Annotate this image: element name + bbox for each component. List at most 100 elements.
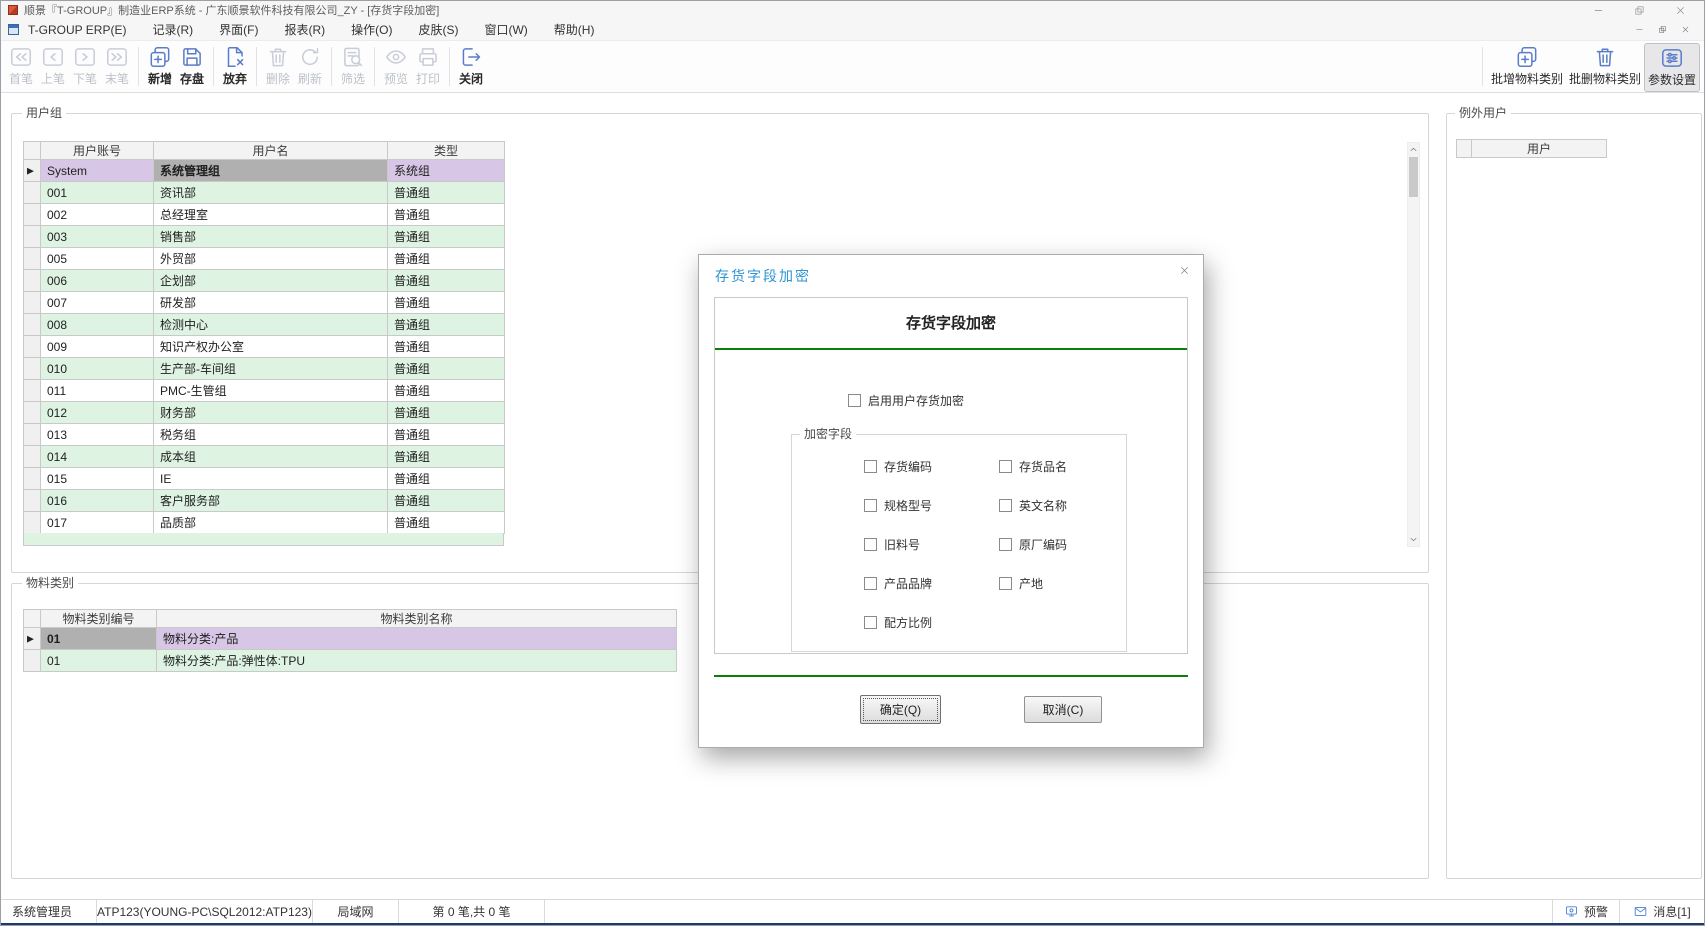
encrypt-field-checkbox[interactable]: 旧料号 xyxy=(864,525,932,564)
toolbar-button[interactable]: 批删物料类别 xyxy=(1566,43,1644,92)
menu-item[interactable]: 报表(R) xyxy=(284,21,325,38)
cell-type: 普通组 xyxy=(388,314,505,336)
checkbox-label: 旧料号 xyxy=(884,536,920,553)
alerts-button[interactable]: 预警 xyxy=(1553,900,1619,923)
scrollbar-thumb[interactable] xyxy=(1409,157,1418,197)
toolbar-button[interactable]: 关闭 xyxy=(455,43,487,92)
encrypt-field-checkbox[interactable]: 规格型号 xyxy=(864,486,932,525)
cell-account: 015 xyxy=(41,468,154,490)
restore-icon[interactable] xyxy=(1634,5,1645,16)
checkbox-icon[interactable] xyxy=(864,577,877,590)
ok-button[interactable]: 确定(Q) xyxy=(860,695,941,724)
user-group-row[interactable]: 017 品质部 普通组 xyxy=(24,512,505,534)
mdi-restore-icon[interactable] xyxy=(1658,25,1667,34)
close-icon[interactable] xyxy=(1675,5,1686,16)
toolbar-separator xyxy=(256,47,257,86)
user-group-row[interactable]: 016 客户服务部 普通组 xyxy=(24,490,505,512)
column-header-material-name[interactable]: 物料类别名称 xyxy=(157,610,677,628)
toolbar-button[interactable]: 删除 xyxy=(262,43,294,92)
mdi-close-icon[interactable] xyxy=(1681,25,1690,34)
dialog-close-icon[interactable] xyxy=(1179,265,1190,276)
toolbar-button[interactable]: 新增 xyxy=(144,43,176,92)
material-category-row[interactable]: 01 物料分类:产品 xyxy=(24,628,677,650)
user-group-row[interactable]: 002 总经理室 普通组 xyxy=(24,204,505,226)
menu-item[interactable]: 操作(O) xyxy=(351,21,392,38)
preview-icon xyxy=(383,44,409,70)
minimize-icon[interactable] xyxy=(1593,5,1604,16)
menu-item[interactable]: 界面(F) xyxy=(219,21,258,38)
column-header-material-code[interactable]: 物料类别编号 xyxy=(41,610,157,628)
user-group-row[interactable]: 003 销售部 普通组 xyxy=(24,226,505,248)
encrypt-field-checkbox[interactable]: 存货编码 xyxy=(864,447,932,486)
user-group-row[interactable]: 012 财务部 普通组 xyxy=(24,402,505,424)
user-group-row[interactable]: 007 研发部 普通组 xyxy=(24,292,505,314)
encrypt-field-checkbox[interactable]: 存货品名 xyxy=(999,447,1067,486)
checkbox-icon[interactable] xyxy=(999,460,1012,473)
row-indicator xyxy=(24,226,41,248)
toolbar-button[interactable]: 预览 xyxy=(380,43,412,92)
toolbar-button[interactable]: 批增物料类别 xyxy=(1488,43,1566,92)
menu-item[interactable]: 窗口(W) xyxy=(484,21,527,38)
column-header-account[interactable]: 用户账号 xyxy=(41,142,154,160)
enable-user-encrypt-checkbox[interactable]: 启用用户存货加密 xyxy=(848,392,964,409)
encrypt-field-checkbox[interactable]: 原厂编码 xyxy=(999,525,1067,564)
toolbar-button[interactable]: 刷新 xyxy=(294,43,326,92)
cell-account: 017 xyxy=(41,512,154,534)
encrypt-field-checkbox[interactable]: 产品品牌 xyxy=(864,564,932,603)
toolbar-button[interactable]: 下笔 xyxy=(69,43,101,92)
cell-type: 普通组 xyxy=(388,512,505,534)
checkbox-icon[interactable] xyxy=(864,499,877,512)
user-group-row[interactable]: 014 成本组 普通组 xyxy=(24,446,505,468)
user-group-row[interactable]: System 系统管理组 系统组 xyxy=(24,160,505,182)
encrypt-field-checkbox[interactable]: 产地 xyxy=(999,564,1067,603)
cell-type: 普通组 xyxy=(388,380,505,402)
toolbar-button[interactable]: 放弃 xyxy=(219,43,251,92)
status-current-user: 系统管理员 xyxy=(1,900,96,923)
checkbox-icon[interactable] xyxy=(999,577,1012,590)
user-group-row[interactable]: 001 资讯部 普通组 xyxy=(24,182,505,204)
menu-item[interactable]: T-GROUP ERP(E) xyxy=(28,23,126,37)
menu-item[interactable]: 记录(R) xyxy=(152,21,193,38)
checkbox-icon[interactable] xyxy=(999,538,1012,551)
toolbar-button[interactable]: 首笔 xyxy=(5,43,37,92)
cell-username: 外贸部 xyxy=(154,248,388,270)
checkbox-icon[interactable] xyxy=(864,460,877,473)
toolbar-button[interactable]: 打印 xyxy=(412,43,444,92)
user-group-row[interactable]: 006 企划部 普通组 xyxy=(24,270,505,292)
alerts-label: 预警 xyxy=(1584,903,1608,920)
messages-button[interactable]: 消息[1] xyxy=(1620,900,1704,923)
row-indicator xyxy=(24,650,41,672)
toolbar-button[interactable]: 存盘 xyxy=(176,43,208,92)
vertical-scrollbar[interactable] xyxy=(1407,142,1420,547)
toolbar-button[interactable]: 参数设置 xyxy=(1644,43,1700,92)
chevron-down-icon[interactable] xyxy=(1408,533,1419,546)
user-group-row[interactable]: 010 生产部-车间组 普通组 xyxy=(24,358,505,380)
toolbar-button[interactable]: 筛选 xyxy=(337,43,369,92)
menu-item[interactable]: 帮助(H) xyxy=(554,21,595,38)
user-group-row[interactable]: 008 检测中心 普通组 xyxy=(24,314,505,336)
user-group-row[interactable]: 013 税务组 普通组 xyxy=(24,424,505,446)
user-group-row[interactable]: 005 外贸部 普通组 xyxy=(24,248,505,270)
toolbar-button[interactable]: 末笔 xyxy=(101,43,133,92)
toolbar-button[interactable]: 上笔 xyxy=(37,43,69,92)
status-separator xyxy=(544,900,545,923)
print-icon xyxy=(415,44,441,70)
user-group-row[interactable]: 015 IE 普通组 xyxy=(24,468,505,490)
menu-item[interactable]: 皮肤(S) xyxy=(418,21,458,38)
mdi-minimize-icon[interactable] xyxy=(1635,25,1644,34)
user-group-row[interactable]: 009 知识产权办公室 普通组 xyxy=(24,336,505,358)
encrypt-field-checkbox[interactable]: 英文名称 xyxy=(999,486,1067,525)
checkbox-icon[interactable] xyxy=(864,538,877,551)
batch-add-icon xyxy=(1514,44,1540,70)
column-header-username[interactable]: 用户名 xyxy=(154,142,388,160)
user-group-row[interactable]: 011 PMC-生管组 普通组 xyxy=(24,380,505,402)
checkbox-icon[interactable] xyxy=(999,499,1012,512)
cancel-button[interactable]: 取消(C) xyxy=(1024,696,1102,723)
chevron-up-icon[interactable] xyxy=(1408,143,1419,156)
material-category-row[interactable]: 01 物料分类:产品:弹性体:TPU xyxy=(24,650,677,672)
checkbox-icon[interactable] xyxy=(848,394,861,407)
encrypt-field-checkbox[interactable]: 配方比例 xyxy=(864,603,932,642)
column-header-type[interactable]: 类型 xyxy=(388,142,505,160)
column-header-user[interactable]: 用户 xyxy=(1472,140,1607,158)
checkbox-icon[interactable] xyxy=(864,616,877,629)
